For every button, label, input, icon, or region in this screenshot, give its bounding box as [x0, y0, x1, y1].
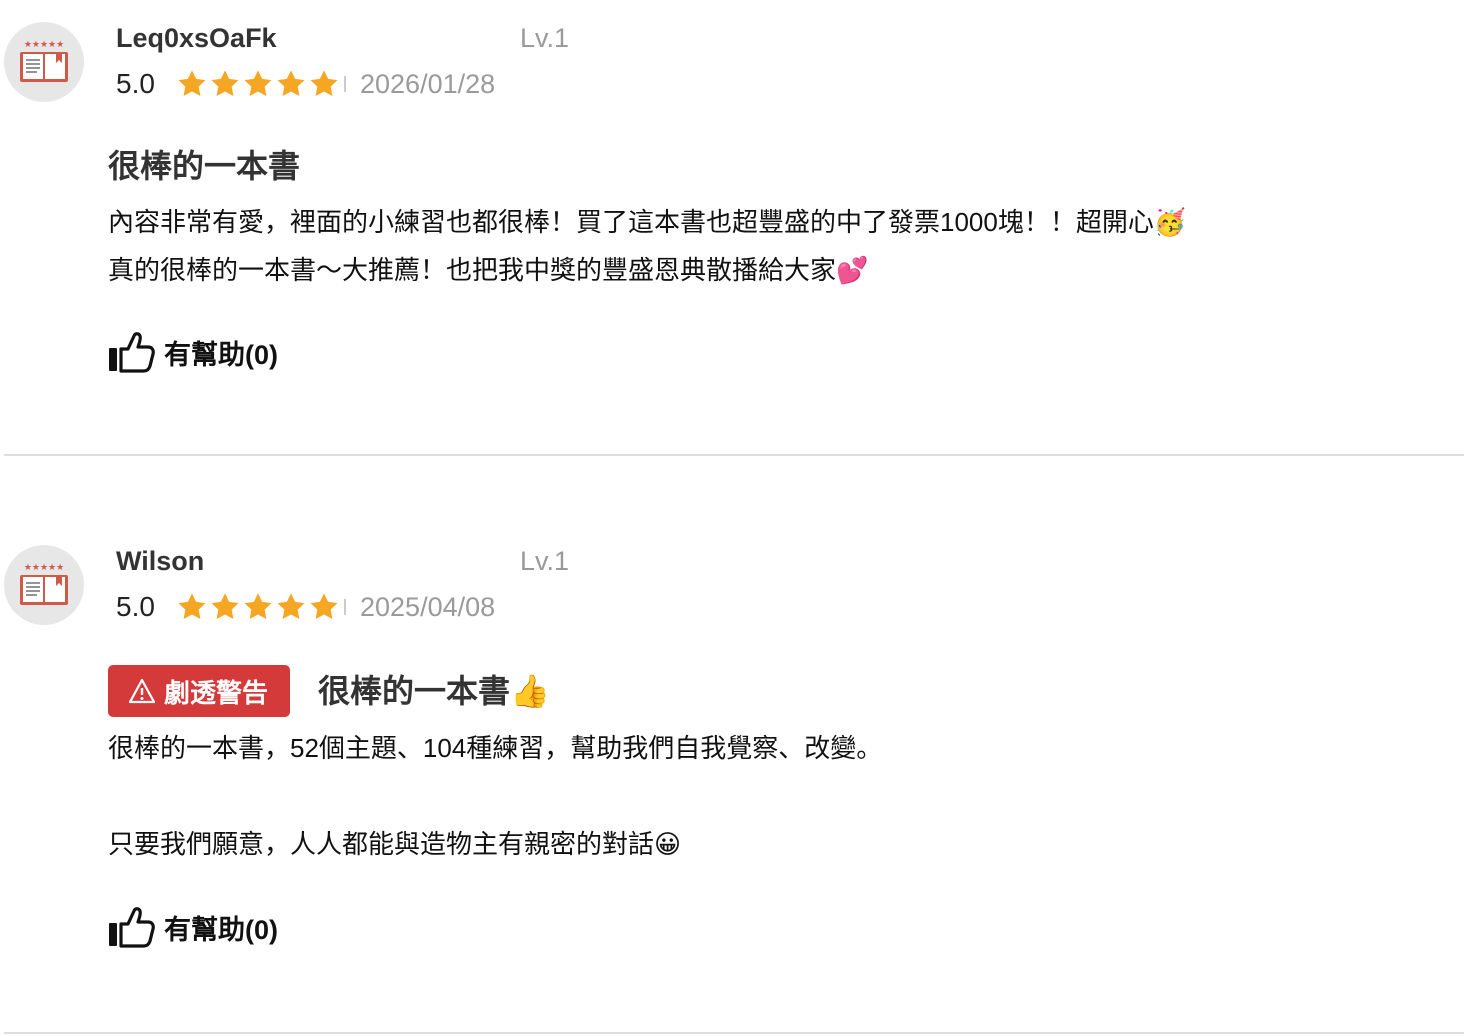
helpful-button[interactable]: 有幫助(0) [108, 330, 278, 374]
username[interactable]: Wilson [116, 545, 204, 577]
helpful-label: 有幫助(0) [164, 914, 278, 945]
review-title: 很棒的一本書 [108, 148, 301, 184]
book-avatar-icon: ★★★★★ [20, 563, 68, 605]
user-avatar[interactable]: ★★★★★ [4, 545, 84, 625]
review-body: 內容非常有愛，裡面的小練習也都很棒！買了這本書也超豐盛的中了發票1000塊！！超… [108, 207, 1187, 285]
rating-score: 5.0 [116, 591, 155, 622]
spoiler-warning-badge[interactable]: 劇透警告 [108, 665, 291, 717]
star-icon [277, 70, 305, 96]
star-icon [244, 593, 272, 619]
thumbs-up-icon [109, 332, 155, 373]
svg-text:★★★★★: ★★★★★ [24, 563, 64, 573]
warning-icon [128, 678, 156, 704]
rating-score: 5.0 [116, 68, 155, 99]
star-rating [176, 68, 346, 100]
svg-text:★★★★★: ★★★★★ [24, 40, 64, 50]
star-icon [277, 593, 305, 619]
thumbs-up-icon [109, 907, 155, 948]
spoiler-label: 劇透警告 [164, 677, 269, 708]
star-icon [244, 70, 272, 96]
star-icon [178, 70, 206, 96]
review-divider [4, 1032, 1464, 1034]
star-icon [310, 593, 338, 619]
review-body: 很棒的一本書，52個主題、104種練習，幫助我們自我覺察、改變。 只要我們願意，… [108, 733, 883, 859]
user-avatar[interactable]: ★★★★★ [4, 22, 84, 102]
review-card: ★★★★★ Leq0xsOaFk Lv.1 5.0 2026/01/28 很棒的… [0, 0, 1470, 456]
star-rating [176, 591, 346, 623]
star-icon [211, 70, 239, 96]
helpful-button[interactable]: 有幫助(0) [108, 905, 278, 949]
review-card: ★★★★★ Wilson Lv.1 5.0 2025/04/08 劇透警告 很棒… [0, 456, 1470, 1034]
star-icon [310, 70, 338, 96]
username[interactable]: Leq0xsOaFk [116, 22, 277, 54]
star-separator [344, 76, 346, 92]
user-level: Lv.1 [520, 23, 570, 53]
book-avatar-icon: ★★★★★ [20, 40, 68, 82]
star-icon [178, 593, 206, 619]
helpful-label: 有幫助(0) [164, 339, 278, 370]
review-title: 很棒的一本書👍 [318, 673, 550, 709]
review-date: 2025/04/08 [360, 592, 496, 622]
star-icon [211, 593, 239, 619]
review-date: 2026/01/28 [360, 69, 496, 99]
user-level: Lv.1 [520, 546, 570, 576]
star-separator [344, 599, 346, 615]
